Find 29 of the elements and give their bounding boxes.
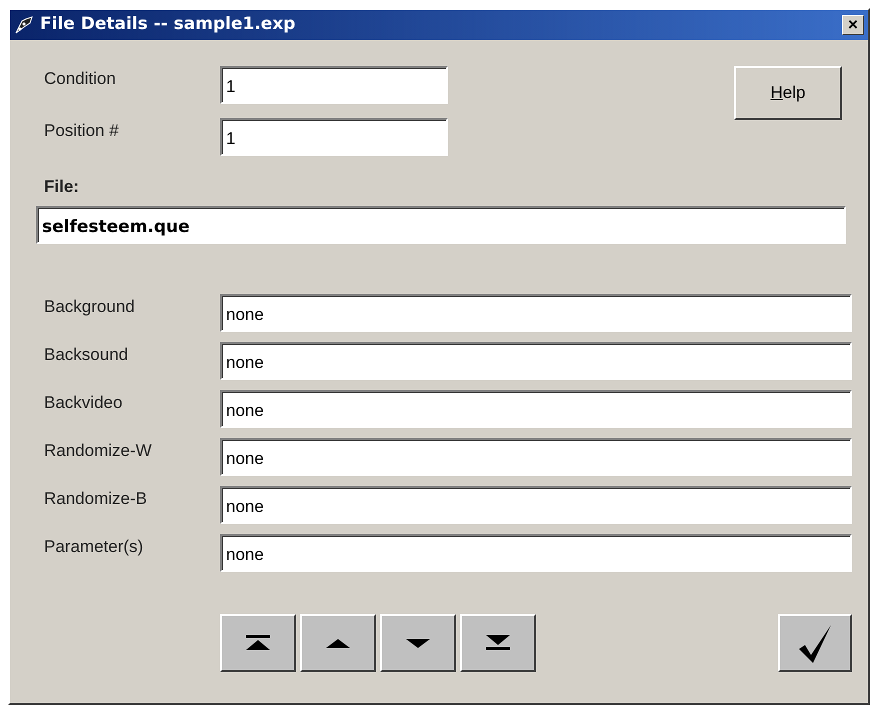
triangle-down-bar-icon bbox=[486, 635, 510, 650]
app-icon bbox=[14, 15, 34, 35]
field-label: Parameter(s) bbox=[44, 536, 144, 558]
text-field[interactable]: none bbox=[220, 438, 852, 476]
jump-last-button[interactable] bbox=[460, 614, 536, 672]
text-field[interactable]: none bbox=[220, 486, 852, 524]
field-label: Background bbox=[44, 296, 136, 318]
field-label: Condition bbox=[44, 68, 117, 90]
close-button[interactable]: × bbox=[842, 15, 864, 35]
text-field[interactable]: 1 bbox=[220, 66, 448, 104]
move-up-button[interactable] bbox=[300, 614, 376, 672]
text-field[interactable]: none bbox=[220, 534, 852, 572]
file-label: File: bbox=[44, 176, 80, 198]
field-label: Position # bbox=[44, 120, 120, 142]
bar-triangle-up-icon bbox=[246, 635, 270, 650]
text-field[interactable]: 1 bbox=[220, 118, 448, 156]
field-label: Randomize-B bbox=[44, 488, 148, 510]
jump-first-button[interactable] bbox=[220, 614, 296, 672]
field-label: Randomize-W bbox=[44, 440, 153, 462]
text-field[interactable]: none bbox=[220, 294, 852, 332]
window-title: File Details -- sample1.exp bbox=[40, 13, 296, 36]
ok-button[interactable] bbox=[778, 614, 852, 672]
text-field[interactable]: none bbox=[220, 390, 852, 428]
field-label: Backvideo bbox=[44, 392, 124, 414]
help-button[interactable]: Help bbox=[734, 66, 842, 120]
field-label: Backsound bbox=[44, 344, 130, 366]
move-down-button[interactable] bbox=[380, 614, 456, 672]
file-field[interactable]: selfesteem.que bbox=[36, 206, 846, 244]
text-field[interactable]: none bbox=[220, 342, 852, 380]
